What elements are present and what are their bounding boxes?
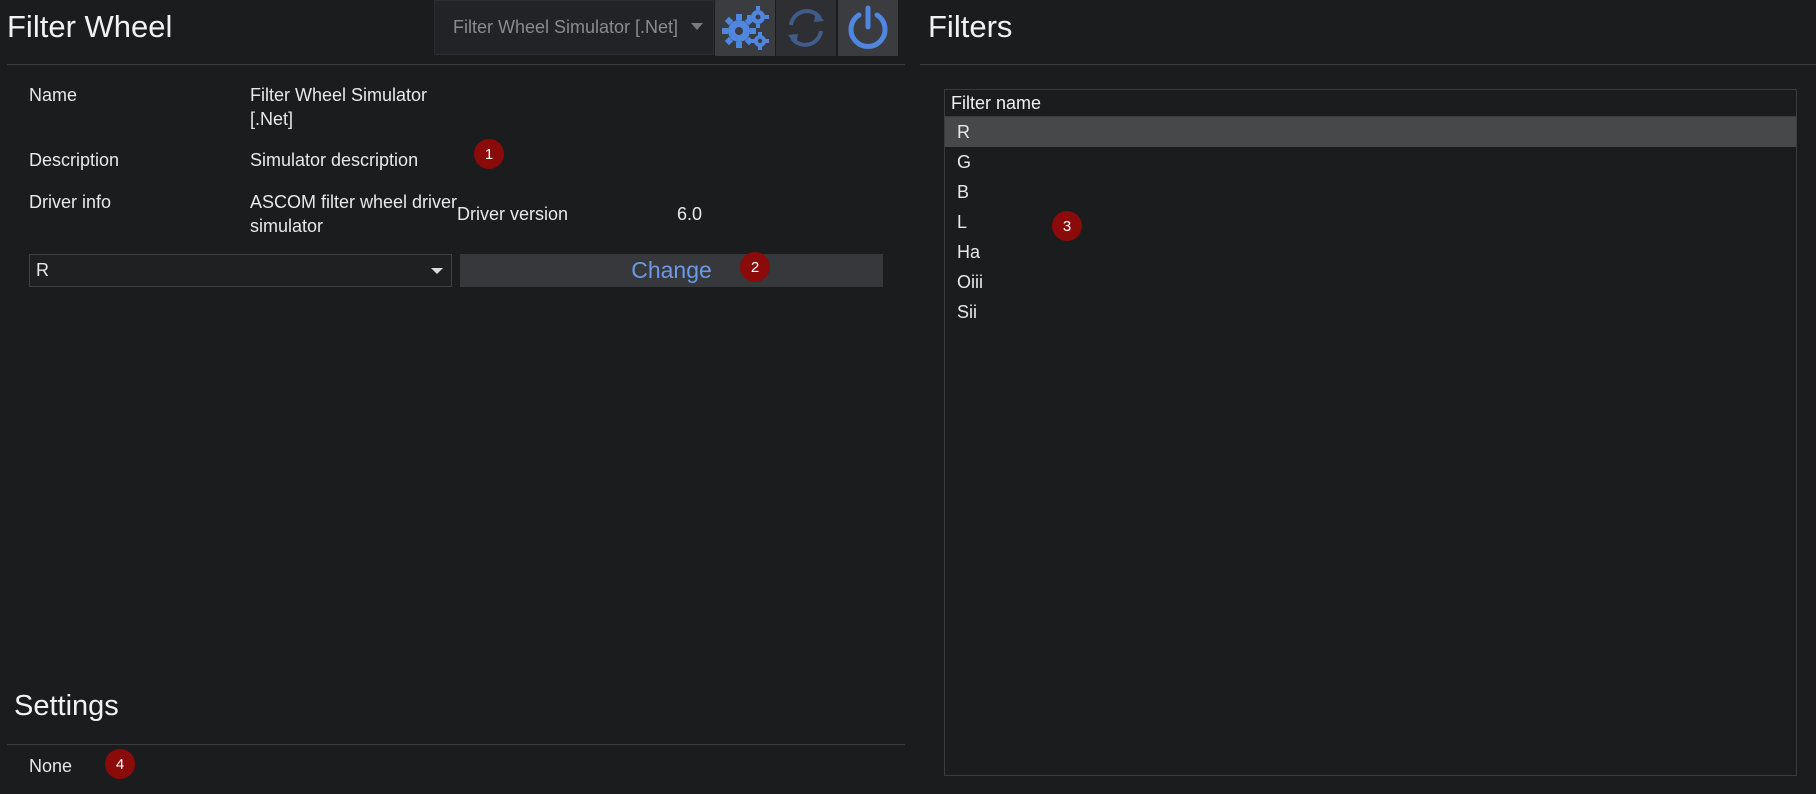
setup-button[interactable] — [715, 0, 775, 56]
filter-select-value: R — [36, 260, 49, 280]
page-title: Filter Wheel — [7, 9, 173, 44]
filter-row[interactable]: B — [945, 177, 1796, 207]
filter-row[interactable]: Ha — [945, 237, 1796, 267]
driver-info-value-line2: simulator — [250, 216, 324, 236]
driver-info-value-line1: ASCOM filter wheel driver — [250, 192, 458, 212]
filter-select[interactable]: R — [29, 254, 452, 287]
driver-version-value: 6.0 — [677, 204, 703, 224]
settings-divider — [7, 744, 905, 745]
filter-name-column-header[interactable]: Filter name — [945, 90, 1796, 117]
name-value-line2: [.Net] — [250, 109, 294, 129]
chevron-down-icon — [691, 23, 703, 30]
annotation-badge-2: 2 — [740, 252, 770, 282]
gear-icon — [722, 6, 769, 50]
device-select[interactable]: Filter Wheel Simulator [.Net] — [434, 0, 714, 55]
filters-table: Filter name R G B L Ha Oiii Sii — [944, 89, 1797, 776]
filter-row[interactable]: Oiii — [945, 267, 1796, 297]
annotation-badge-3: 3 — [1052, 211, 1082, 241]
chevron-down-icon — [431, 268, 443, 274]
refresh-icon — [788, 9, 824, 47]
filters-divider — [920, 64, 1816, 65]
filter-row[interactable]: Sii — [945, 297, 1796, 327]
header-divider — [7, 64, 905, 65]
filters-title: Filters — [928, 9, 1013, 44]
description-value: Simulator description — [250, 150, 419, 170]
filter-row[interactable]: R — [945, 117, 1796, 147]
name-value-line1: Filter Wheel Simulator — [250, 85, 428, 105]
driver-version-label: Driver version — [457, 204, 569, 224]
name-label: Name — [29, 85, 78, 105]
annotation-badge-1: 1 — [474, 139, 504, 169]
annotation-badge-4: 4 — [105, 749, 135, 779]
device-select-value: Filter Wheel Simulator [.Net] — [453, 17, 679, 37]
connect-button[interactable] — [838, 0, 898, 56]
settings-value: None — [29, 756, 73, 776]
settings-title: Settings — [14, 690, 119, 722]
change-filter-label: Change — [631, 257, 712, 283]
filter-row[interactable]: G — [945, 147, 1796, 177]
refresh-button[interactable] — [776, 0, 836, 56]
driver-info-label: Driver info — [29, 192, 112, 212]
description-label: Description — [29, 150, 120, 170]
power-icon — [848, 5, 888, 49]
change-filter-button[interactable]: Change — [460, 254, 883, 287]
